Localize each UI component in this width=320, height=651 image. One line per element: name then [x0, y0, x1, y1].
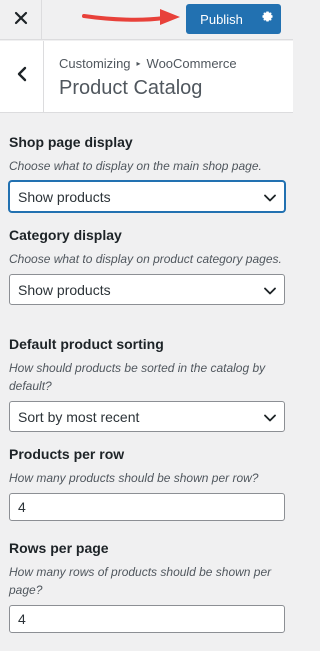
shop-display-label: Shop page display: [9, 134, 133, 150]
breadcrumb-parent: Customizing: [59, 56, 131, 71]
rows-per-page-input[interactable]: 4: [9, 605, 285, 633]
chevron-left-icon: [16, 66, 28, 87]
breadcrumb: Customizing ▸ WooCommerce: [59, 56, 237, 71]
products-per-row-label: Products per row: [9, 446, 125, 462]
breadcrumb-child: WooCommerce: [146, 56, 237, 71]
sorting-value: Sort by most recent: [18, 408, 140, 425]
shop-display-description: Choose what to display on the main shop …: [9, 159, 262, 173]
gear-icon: [261, 10, 274, 28]
page-title: Product Catalog: [59, 77, 203, 99]
shop-display-section: Shop page display Choose what to display…: [9, 133, 285, 212]
sorting-label: Default product sorting: [9, 336, 164, 352]
publish-settings-button[interactable]: [253, 4, 281, 34]
breadcrumb-separator-icon: ▸: [136, 59, 141, 68]
shop-display-select[interactable]: Show products: [9, 181, 285, 212]
products-per-row-section: Products per row How many products shoul…: [9, 445, 285, 521]
rows-per-page-label: Rows per page: [9, 540, 109, 556]
chevron-down-icon: [264, 282, 276, 298]
publish-button-group: Publish: [186, 4, 281, 34]
products-per-row-description: How many products should be shown per ro…: [9, 471, 259, 485]
close-customizer-button[interactable]: [0, 0, 42, 40]
sorting-select[interactable]: Sort by most recent: [9, 401, 285, 432]
sorting-section: Default product sorting How should produ…: [9, 335, 285, 432]
arrow-annotation: [82, 7, 182, 32]
category-display-description: Choose what to display on product catego…: [9, 252, 282, 266]
publish-button[interactable]: Publish: [186, 4, 253, 34]
chevron-down-icon: [264, 189, 276, 205]
rows-per-page-description: How many rows of products should be show…: [9, 565, 272, 597]
category-display-select[interactable]: Show products: [9, 274, 285, 305]
customizer-topbar: Publish: [0, 0, 293, 40]
close-icon: [14, 11, 28, 30]
chevron-down-icon: [264, 409, 276, 425]
shop-display-value: Show products: [18, 188, 111, 205]
category-display-label: Category display: [9, 227, 122, 243]
products-per-row-input[interactable]: 4: [9, 493, 285, 521]
sorting-description: How should products be sorted in the cat…: [9, 361, 266, 393]
back-button[interactable]: [0, 41, 44, 112]
category-display-section: Category display Choose what to display …: [9, 226, 285, 305]
section-header: Customizing ▸ WooCommerce Product Catalo…: [0, 41, 293, 113]
rows-per-page-section: Rows per page How many rows of products …: [9, 539, 285, 633]
category-display-value: Show products: [18, 281, 111, 298]
